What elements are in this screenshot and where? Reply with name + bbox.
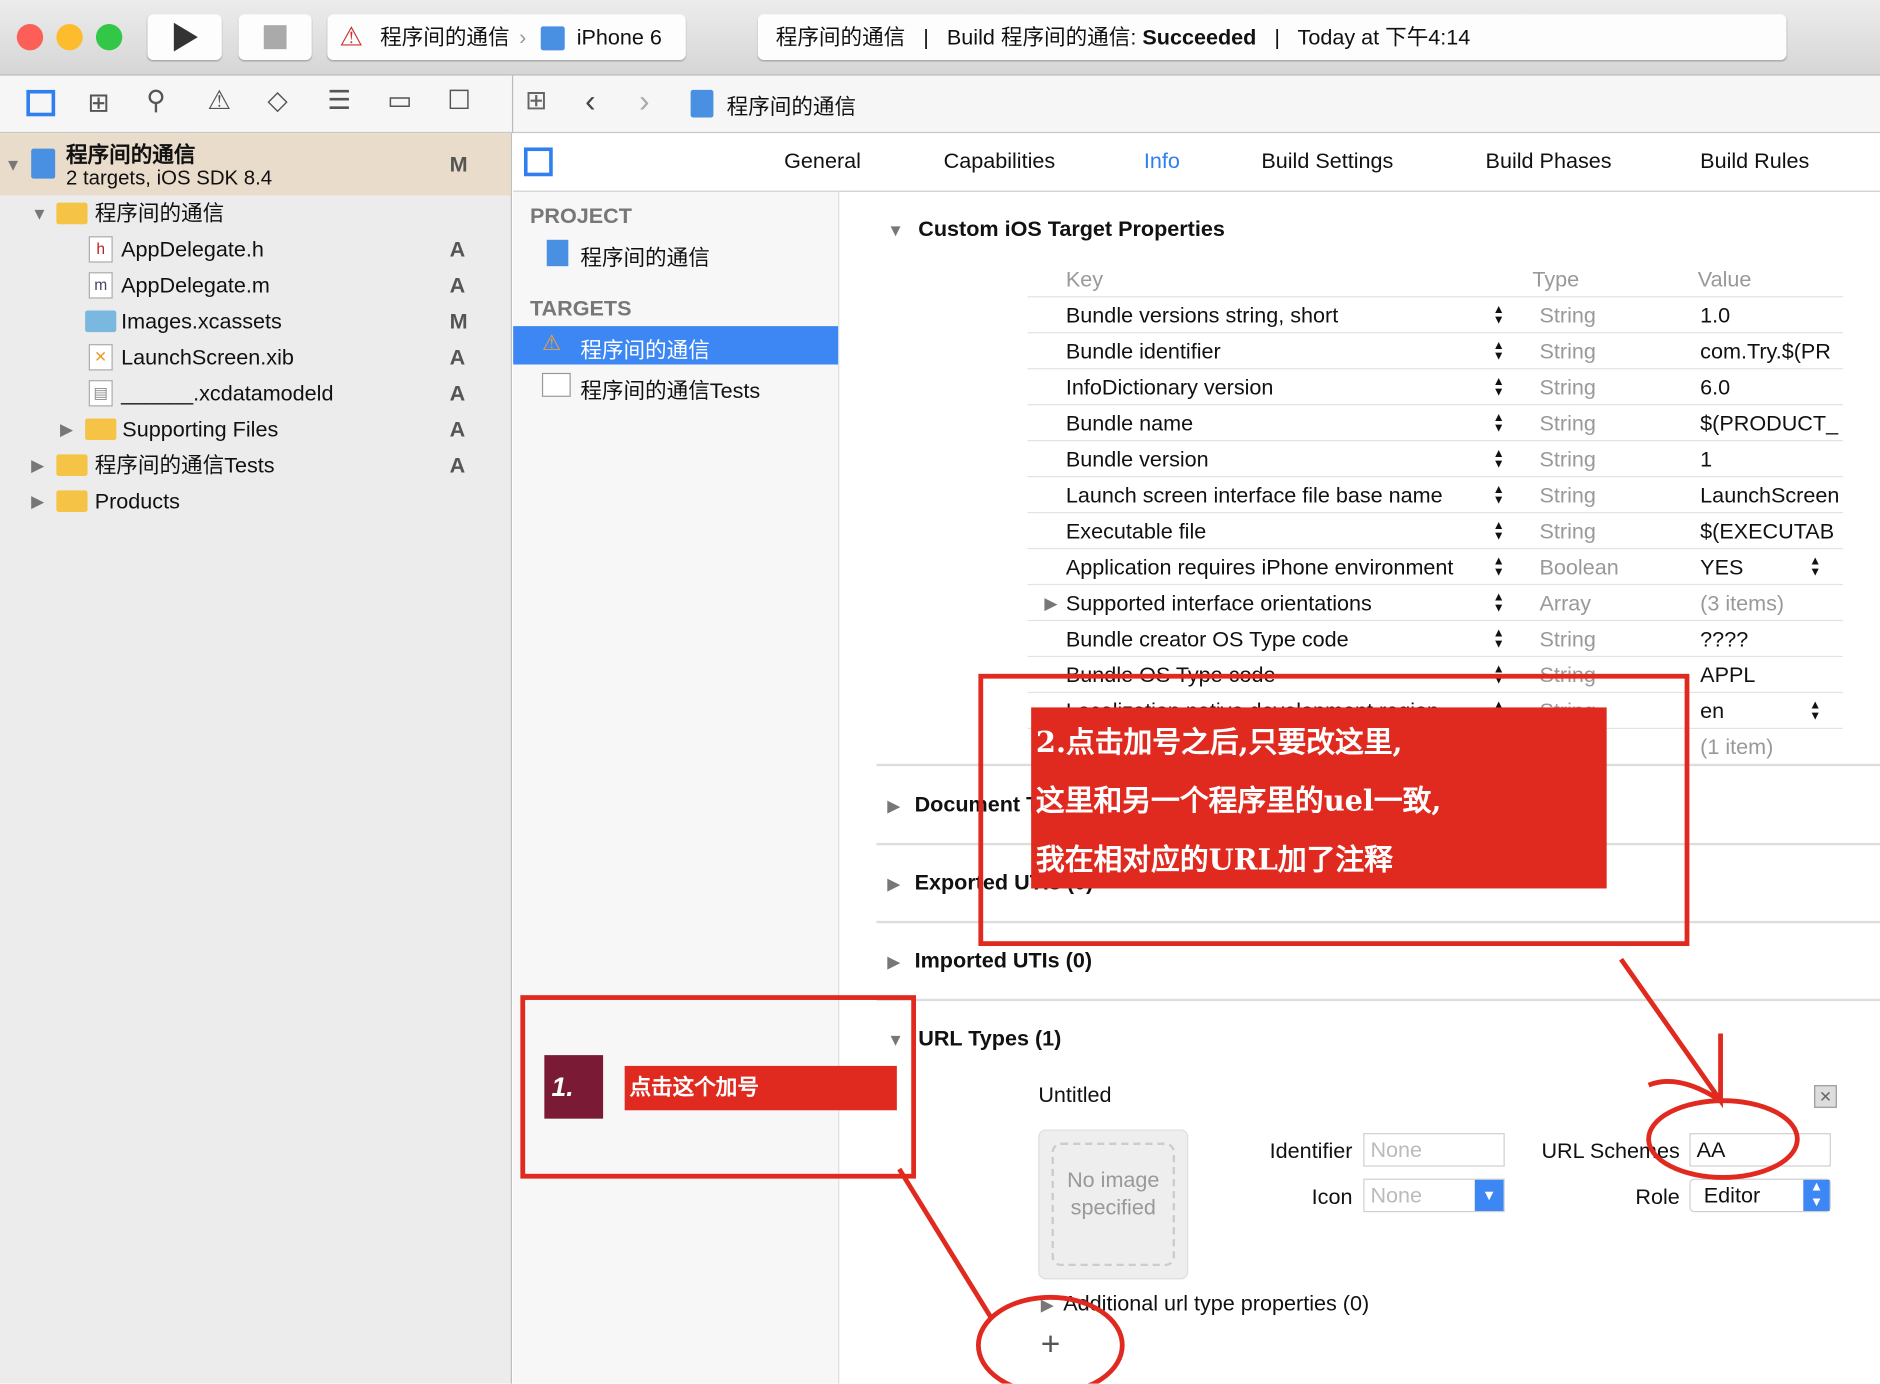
annotation-circle-schemes bbox=[1646, 1098, 1800, 1180]
annotation-circle-add bbox=[976, 1294, 1125, 1384]
annotation-overlay bbox=[897, 957, 1800, 1384]
annotation-arrow-1 bbox=[897, 1167, 993, 1318]
annotation-arrow-2 bbox=[1619, 957, 1723, 1109]
